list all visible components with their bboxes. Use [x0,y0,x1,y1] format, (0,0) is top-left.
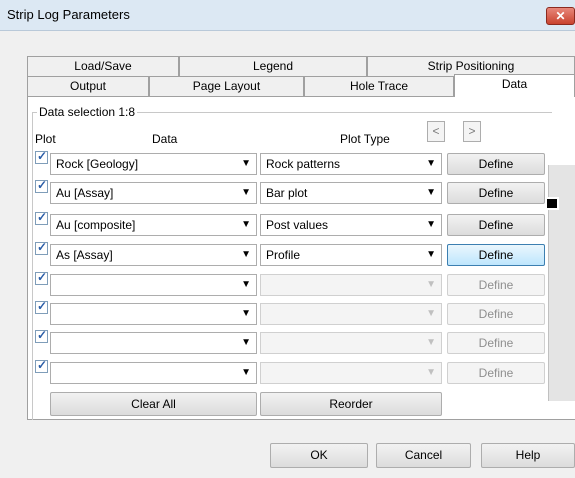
define-button[interactable]: Define [447,362,545,384]
plot-type-dropdown[interactable]: Rock patterns ▼ [260,153,442,175]
data-dropdown[interactable]: Rock [Geology] ▼ [50,153,257,175]
tab-hole-trace[interactable]: Hole Trace [304,76,454,96]
chevron-down-icon: ▼ [241,158,251,169]
plot-type-value: Post values [266,218,329,232]
data-value: Rock [Geology] [56,157,139,171]
header-plot-type: Plot Type [340,132,390,146]
clear-all-button[interactable]: Clear All [50,392,257,416]
next-page-button[interactable]: > [463,121,481,142]
define-button[interactable]: Define [447,303,545,325]
chevron-down-icon: ▼ [426,249,436,260]
data-dropdown[interactable]: ▼ [50,362,257,384]
chevron-down-icon: ▼ [426,279,436,290]
header-data: Data [152,132,178,146]
define-button[interactable]: Define [447,182,545,204]
define-button[interactable]: Define [447,244,545,266]
define-button[interactable]: Define [447,214,545,236]
tab-output[interactable]: Output [27,76,149,96]
data-dropdown[interactable]: As [Assay] ▼ [50,244,257,266]
chevron-down-icon: ▼ [426,219,436,230]
data-value: Au [composite] [56,218,136,232]
define-button[interactable]: Define [447,153,545,175]
data-dropdown[interactable]: Au [composite] ▼ [50,214,257,236]
plot-type-dropdown[interactable]: ▼ [260,303,442,325]
define-button[interactable]: Define [447,332,545,354]
chevron-down-icon: ▼ [426,367,436,378]
data-value: Au [Assay] [56,186,114,200]
plot-checkbox[interactable] [35,149,48,164]
plot-type-dropdown[interactable]: Profile ▼ [260,244,442,266]
chevron-down-icon: ▼ [241,219,251,230]
define-button[interactable]: Define [447,274,545,296]
prev-page-button[interactable]: < [427,121,445,142]
plot-type-value: Bar plot [266,186,308,200]
plot-checkbox[interactable] [35,178,48,193]
plot-checkbox[interactable] [35,358,48,373]
group-label: Data selection 1:8 [37,105,138,119]
plot-checkbox[interactable] [35,299,48,314]
close-button[interactable]: ✕ [546,7,575,25]
data-dropdown[interactable]: Au [Assay] ▼ [50,182,257,204]
plot-type-dropdown[interactable]: Bar plot ▼ [260,182,442,204]
window-title: Strip Log Parameters [7,7,130,22]
plot-type-dropdown[interactable]: Post values ▼ [260,214,442,236]
plot-type-value: Rock patterns [266,157,341,171]
chevron-down-icon: ▼ [241,308,251,319]
data-value: As [Assay] [56,248,113,262]
data-dropdown[interactable]: ▼ [50,332,257,354]
tab-legend[interactable]: Legend [179,56,367,76]
title-bar: Strip Log Parameters ✕ [0,0,575,31]
chevron-down-icon: ▼ [426,158,436,169]
plot-checkbox[interactable] [35,210,48,225]
data-dropdown[interactable]: ▼ [50,303,257,325]
plot-type-value: Profile [266,248,301,262]
plot-checkbox[interactable] [35,328,48,343]
plot-type-dropdown[interactable]: ▼ [260,362,442,384]
chevron-down-icon: ▼ [241,279,251,290]
tab-strip-positioning[interactable]: Strip Positioning [367,56,575,76]
chevron-down-icon: ▼ [241,249,251,260]
plot-checkbox[interactable] [35,240,48,255]
data-dropdown[interactable]: ▼ [50,274,257,296]
dialog-window: Strip Log Parameters ✕ Load/Save Legend … [0,0,575,478]
reorder-button[interactable]: Reorder [260,392,442,416]
help-button[interactable]: Help [481,443,575,468]
tab-data[interactable]: Data [454,74,575,97]
header-plot: Plot [35,132,56,146]
ok-button[interactable]: OK [270,443,368,468]
tab-page-layout[interactable]: Page Layout [149,76,304,96]
chevron-down-icon: ▼ [426,187,436,198]
chevron-down-icon: ▼ [241,187,251,198]
scroll-thumb[interactable] [545,197,559,210]
plot-checkbox[interactable] [35,270,48,285]
chevron-down-icon: ▼ [426,337,436,348]
chevron-down-icon: ▼ [241,337,251,348]
plot-type-dropdown[interactable]: ▼ [260,332,442,354]
cancel-button[interactable]: Cancel [376,443,471,468]
tab-load-save[interactable]: Load/Save [27,56,179,76]
chevron-down-icon: ▼ [426,308,436,319]
plot-type-dropdown[interactable]: ▼ [260,274,442,296]
chevron-down-icon: ▼ [241,367,251,378]
